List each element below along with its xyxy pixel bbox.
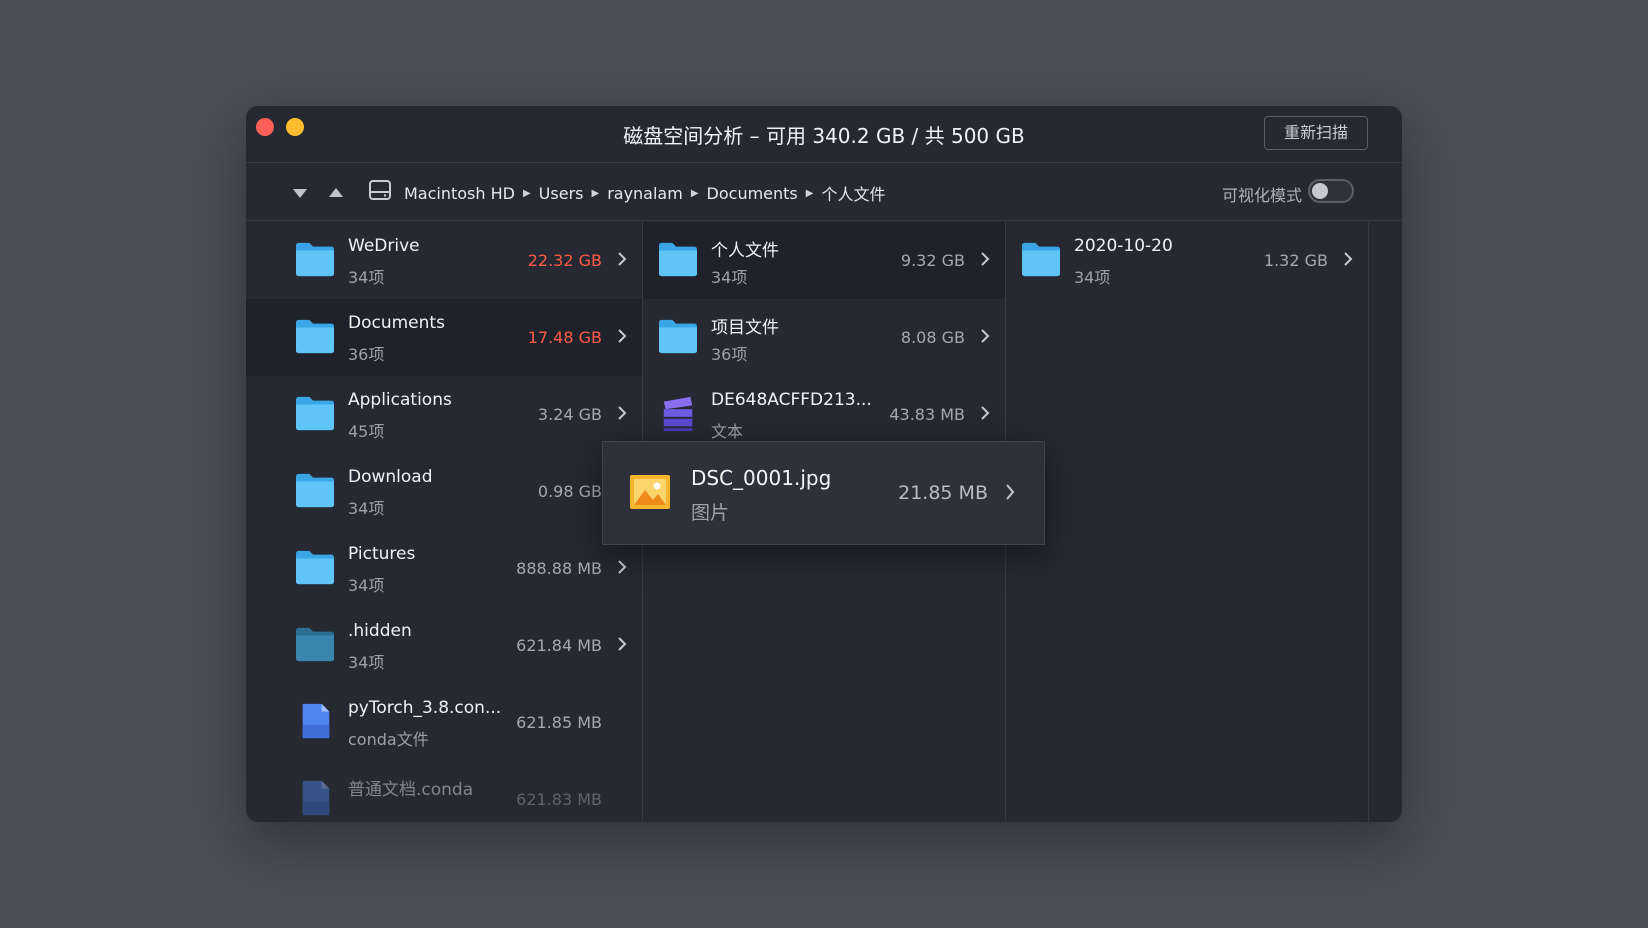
visual-mode-label: 可视化模式 bbox=[1221, 186, 1302, 205]
item-detail: 34项 bbox=[711, 268, 748, 287]
item-size: 621.84 MB bbox=[516, 636, 602, 655]
column-3: 2020-10-20 34项 1.32 GB bbox=[1006, 222, 1369, 822]
item-detail: 34项 bbox=[1074, 268, 1111, 287]
folder-hidden-icon bbox=[296, 627, 334, 662]
item-name: WeDrive bbox=[348, 236, 420, 256]
file-list-item[interactable]: Pictures 34项 888.88 MB bbox=[246, 530, 642, 607]
hover-preview-card[interactable]: DSC_0001.jpg 图片 21.85 MB bbox=[602, 441, 1045, 545]
image-file-icon bbox=[630, 475, 670, 509]
breadcrumb-item[interactable]: Macintosh HD bbox=[404, 184, 515, 203]
file-type: 图片 bbox=[691, 502, 730, 524]
folder-icon bbox=[296, 242, 334, 277]
item-detail: 34项 bbox=[348, 499, 385, 518]
file-list-item[interactable]: pyTorch_3.8.con... conda文件 621.85 MB bbox=[246, 684, 642, 761]
breadcrumb-item-current[interactable]: 个人文件 bbox=[821, 181, 885, 205]
item-name: 普通文档.conda bbox=[348, 780, 474, 800]
item-size: 9.32 GB bbox=[900, 251, 965, 270]
item-size: 17.48 GB bbox=[527, 328, 602, 347]
file-list-item[interactable]: Applications 45项 3.24 GB bbox=[246, 376, 642, 453]
stack-file-icon bbox=[663, 396, 693, 432]
title-bar: 磁盘空间分析 – 可用 340.2 GB / 共 500 GB 重新扫描 bbox=[246, 106, 1402, 163]
hard-drive-icon bbox=[369, 180, 391, 200]
chevron-right-icon[interactable] bbox=[616, 250, 628, 268]
file-list-item[interactable]: 个人文件 34项 9.32 GB bbox=[643, 222, 1005, 299]
breadcrumb-arrow-icon: ▶ bbox=[522, 187, 531, 199]
toggle-knob bbox=[1312, 183, 1328, 199]
collapse-up-icon[interactable] bbox=[326, 183, 346, 203]
item-name: DE648ACFFD213... bbox=[711, 390, 872, 410]
chevron-right-icon[interactable] bbox=[616, 558, 628, 576]
file-list-item[interactable]: Documents 36项 17.48 GB bbox=[246, 299, 642, 376]
folder-icon bbox=[296, 473, 334, 508]
item-name: .hidden bbox=[348, 621, 412, 641]
item-detail: 36项 bbox=[711, 345, 748, 364]
file-list-item[interactable]: .hidden 34项 621.84 MB bbox=[246, 607, 642, 684]
item-name: 2020-10-20 bbox=[1074, 236, 1173, 256]
chevron-right-icon[interactable] bbox=[1342, 250, 1354, 268]
path-bar: Macintosh HD ▶ Users ▶ raynalam ▶ Docume… bbox=[246, 163, 1402, 221]
chevron-right-icon[interactable] bbox=[979, 404, 991, 422]
item-size: 888.88 MB bbox=[516, 559, 602, 578]
breadcrumb-item[interactable]: Documents bbox=[707, 184, 798, 203]
breadcrumb-arrow-icon: ▶ bbox=[690, 187, 699, 199]
item-size: 3.24 GB bbox=[537, 405, 602, 424]
breadcrumb-item[interactable]: raynalam bbox=[607, 184, 683, 203]
file-list-item[interactable]: Download 34项 0.98 GB bbox=[246, 453, 642, 530]
file-list-item[interactable]: WeDrive 34项 22.32 GB bbox=[246, 222, 642, 299]
item-detail: 36项 bbox=[348, 345, 385, 364]
item-size: 43.83 MB bbox=[889, 405, 965, 424]
item-name: Documents bbox=[348, 313, 445, 333]
item-size: 1.32 GB bbox=[1263, 251, 1328, 270]
breadcrumb: Macintosh HD ▶ Users ▶ raynalam ▶ Docume… bbox=[404, 181, 885, 205]
chevron-right-icon[interactable] bbox=[979, 327, 991, 345]
visual-mode-toggle[interactable] bbox=[1308, 179, 1354, 203]
chevron-right-icon[interactable] bbox=[979, 250, 991, 268]
item-name: Download bbox=[348, 467, 433, 487]
chevron-right-icon[interactable] bbox=[1004, 482, 1016, 502]
folder-icon bbox=[659, 319, 697, 354]
document-icon bbox=[302, 703, 330, 739]
item-detail: 文本 bbox=[711, 422, 744, 441]
chevron-right-icon[interactable] bbox=[616, 327, 628, 345]
file-size: 21.85 MB bbox=[898, 482, 988, 504]
breadcrumb-arrow-icon: ▶ bbox=[805, 187, 814, 199]
window-title: 磁盘空间分析 – 可用 340.2 GB / 共 500 GB bbox=[623, 124, 1025, 148]
item-size: 621.85 MB bbox=[516, 713, 602, 732]
item-size: 22.32 GB bbox=[527, 251, 602, 270]
breadcrumb-item[interactable]: Users bbox=[539, 184, 584, 203]
file-list-item[interactable]: 项目文件 36项 8.08 GB bbox=[643, 299, 1005, 376]
folder-icon bbox=[1022, 242, 1060, 277]
rescan-button[interactable]: 重新扫描 bbox=[1264, 116, 1368, 150]
item-name: pyTorch_3.8.con... bbox=[348, 698, 502, 718]
document-icon bbox=[302, 780, 330, 816]
item-detail: 45项 bbox=[348, 422, 385, 441]
folder-icon bbox=[296, 396, 334, 431]
chevron-right-icon[interactable] bbox=[616, 404, 628, 422]
item-name: Applications bbox=[348, 390, 452, 410]
item-detail: 34项 bbox=[348, 576, 385, 595]
item-size: 0.98 GB bbox=[537, 482, 602, 501]
expand-down-icon[interactable] bbox=[290, 183, 310, 203]
item-name: 项目文件 bbox=[711, 318, 779, 338]
folder-icon bbox=[296, 319, 334, 354]
file-list-item[interactable]: 普通文档.conda 621.83 MB bbox=[246, 761, 642, 822]
file-list-item[interactable]: 2020-10-20 34项 1.32 GB bbox=[1006, 222, 1368, 299]
chevron-right-icon[interactable] bbox=[616, 635, 628, 653]
item-detail: 34项 bbox=[348, 268, 385, 287]
column-1: WeDrive 34项 22.32 GB Documents 36项 17.48 GB Ap… bbox=[246, 222, 643, 822]
item-detail: 34项 bbox=[348, 653, 385, 672]
item-size: 8.08 GB bbox=[900, 328, 965, 347]
item-size: 621.83 MB bbox=[516, 790, 602, 809]
breadcrumb-arrow-icon: ▶ bbox=[591, 187, 600, 199]
folder-icon bbox=[659, 242, 697, 277]
item-name: Pictures bbox=[348, 544, 416, 564]
folder-icon bbox=[296, 550, 334, 585]
item-detail: conda文件 bbox=[348, 730, 429, 749]
item-name: 个人文件 bbox=[711, 241, 779, 261]
file-name: DSC_0001.jpg bbox=[691, 466, 832, 490]
